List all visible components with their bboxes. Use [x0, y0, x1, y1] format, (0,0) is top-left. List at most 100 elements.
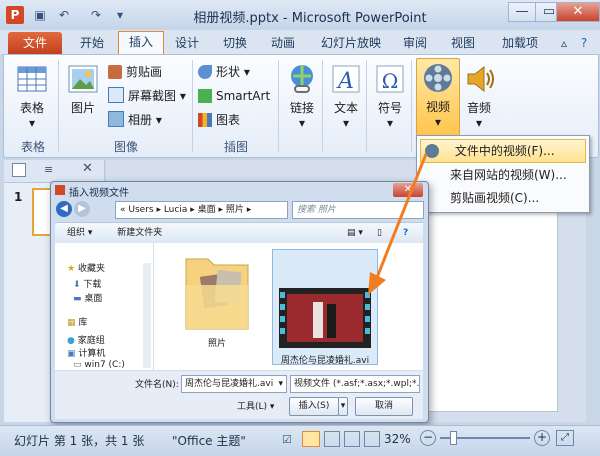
symbol-button[interactable]: Ω 符号 ▾: [372, 62, 408, 130]
normal-view-icon[interactable]: [302, 431, 320, 447]
nav-homegroup[interactable]: ● 家庭组: [67, 333, 105, 346]
ribbon-separator: [58, 60, 59, 152]
navigation-pane: ★ 收藏夹 ⬇ 下载 ▬ 桌面 ▦ 库 ● 家庭组 ▣ 计算机 ▭ win7 (…: [55, 243, 154, 370]
nav-desktop[interactable]: ▬ 桌面: [73, 291, 102, 304]
table-button[interactable]: 表格 ▾: [12, 62, 52, 130]
star-icon: ★: [67, 264, 76, 274]
spellcheck-icon[interactable]: ☑: [282, 433, 292, 446]
tab-addins[interactable]: 加载项: [494, 33, 546, 53]
text-button[interactable]: A 文本 ▾: [328, 62, 364, 130]
minimize-button[interactable]: —: [508, 2, 536, 22]
new-folder-button[interactable]: 新建文件夹: [117, 228, 162, 238]
shapes-icon: [198, 65, 212, 79]
album-button[interactable]: 相册 ▾: [108, 110, 162, 130]
downloads-icon: ⬇: [73, 280, 81, 290]
nav-scrollbar[interactable]: [143, 263, 151, 368]
svg-text:Ω: Ω: [382, 69, 399, 93]
group-label-illustrations: 插图: [223, 140, 248, 154]
desktop-icon: ▬: [73, 294, 82, 304]
annotation-arrow: [368, 153, 428, 295]
slides-tab-icon[interactable]: [12, 163, 26, 177]
screenshot-icon: [108, 87, 124, 103]
undo-icon[interactable]: ↶: [56, 7, 72, 23]
link-button[interactable]: 链接 ▾: [284, 62, 320, 130]
close-panel-icon[interactable]: ✕: [82, 161, 93, 176]
album-icon: [108, 111, 124, 127]
collapse-ribbon-icon[interactable]: ▵: [556, 33, 572, 53]
close-button[interactable]: ✕: [556, 2, 600, 22]
fit-to-window-icon[interactable]: ⤢: [556, 430, 574, 446]
video-thumbnail-icon: [279, 288, 371, 348]
forward-icon[interactable]: ▶: [74, 201, 90, 217]
filetype-select[interactable]: 视频文件 (*.asf;*.asx;*.wpl;*.wm: [290, 375, 420, 393]
ribbon-separator: [278, 60, 279, 152]
panel-tabs: ≡ ✕: [4, 160, 104, 183]
chart-icon: [198, 113, 212, 127]
tools-button[interactable]: 工具(L) ▾: [237, 399, 274, 412]
zoom-in-icon[interactable]: +: [534, 430, 550, 446]
nav-favorites[interactable]: ★ 收藏夹: [67, 261, 105, 274]
text-icon: A: [332, 65, 360, 94]
computer-icon: ▣: [67, 349, 76, 359]
reading-view-icon[interactable]: [344, 431, 360, 447]
menu-item-video-from-website[interactable]: 来自网站的视频(W)...: [420, 164, 584, 186]
tab-insert[interactable]: 插入: [118, 31, 164, 55]
organize-button[interactable]: 组织 ▾: [67, 228, 92, 238]
menu-item-video-from-file[interactable]: 文件中的视频(F)...: [420, 139, 586, 163]
tab-design[interactable]: 设计: [170, 33, 204, 53]
tab-home[interactable]: 开始: [72, 33, 112, 53]
group-label-image: 图像: [113, 140, 138, 154]
powerpoint-logo-icon[interactable]: P: [6, 6, 24, 24]
tab-view[interactable]: 视图: [446, 33, 480, 53]
help-icon[interactable]: ?: [576, 33, 592, 53]
smartart-button[interactable]: SmartArt: [198, 86, 270, 106]
tab-review[interactable]: 审阅: [398, 33, 432, 53]
screenshot-button[interactable]: 屏幕截图 ▾: [108, 86, 186, 106]
slideshow-view-icon[interactable]: [364, 431, 380, 447]
tab-file[interactable]: 文件: [8, 32, 62, 54]
chart-button[interactable]: 图表: [198, 110, 240, 130]
nav-downloads[interactable]: ⬇ 下载: [73, 277, 101, 290]
address-bar[interactable]: « Users ▸ Lucia ▸ 桌面 ▸ 照片 ▸: [115, 201, 288, 219]
speaker-icon: [467, 65, 494, 93]
drive-icon: ▭: [73, 360, 82, 370]
audio-button[interactable]: 音频 ▾: [460, 62, 498, 130]
menu-item-clipart-video[interactable]: 剪贴画视频(C)...: [420, 187, 584, 209]
zoom-level[interactable]: 32%: [384, 432, 411, 446]
cancel-button[interactable]: 取消: [355, 397, 413, 416]
outline-tab-icon[interactable]: ≡: [44, 163, 53, 176]
tab-transitions[interactable]: 切换: [218, 33, 252, 53]
tab-animations[interactable]: 动画: [266, 33, 300, 53]
group-label-table: 表格: [20, 140, 45, 154]
clip-art-icon: [108, 65, 122, 79]
insert-options-button[interactable]: ▾: [338, 397, 348, 416]
nav-libraries[interactable]: ▦ 库: [67, 315, 87, 328]
clip-art-button[interactable]: 剪贴画: [108, 62, 162, 82]
customize-qat-icon[interactable]: ▾: [112, 7, 128, 23]
zoom-slider-thumb[interactable]: [450, 431, 457, 445]
folder-icon: [185, 258, 249, 330]
picture-button[interactable]: 图片: [64, 62, 102, 116]
ribbon-separator: [192, 60, 193, 152]
picture-icon: [68, 65, 98, 93]
back-icon[interactable]: ◀: [56, 201, 72, 217]
nav-computer[interactable]: ▣ 计算机: [67, 346, 105, 359]
ribbon-separator: [322, 60, 323, 152]
ribbon-separator: [411, 60, 412, 152]
slide-sorter-icon[interactable]: [324, 431, 340, 447]
nav-drive-c[interactable]: ▭ win7 (C:): [73, 360, 125, 370]
insert-button[interactable]: 插入(S): [289, 397, 339, 416]
dialog-footer: 文件名(N): 周杰伦与昆凌婚礼.avi ▾ 视频文件 (*.asf;*.asx;…: [55, 371, 423, 419]
video-button[interactable]: 视频 ▾: [416, 58, 460, 136]
filename-input[interactable]: 周杰伦与昆凌婚礼.avi ▾: [181, 375, 287, 393]
save-icon[interactable]: ▣: [32, 7, 48, 23]
zoom-out-icon[interactable]: −: [420, 430, 436, 446]
filename-label: 文件名(N):: [135, 380, 179, 390]
tab-slideshow[interactable]: 幻灯片放映: [314, 33, 388, 53]
shapes-button[interactable]: 形状 ▾: [198, 62, 250, 82]
status-bar: 幻灯片 第 1 张，共 1 张 "Office 主题" ☑ 32% − + ⤢: [0, 425, 600, 456]
homegroup-icon: ●: [67, 336, 75, 346]
library-icon: ▦: [67, 318, 76, 328]
folder-item[interactable]: 照片: [172, 249, 262, 364]
redo-icon[interactable]: ↷: [88, 7, 104, 23]
